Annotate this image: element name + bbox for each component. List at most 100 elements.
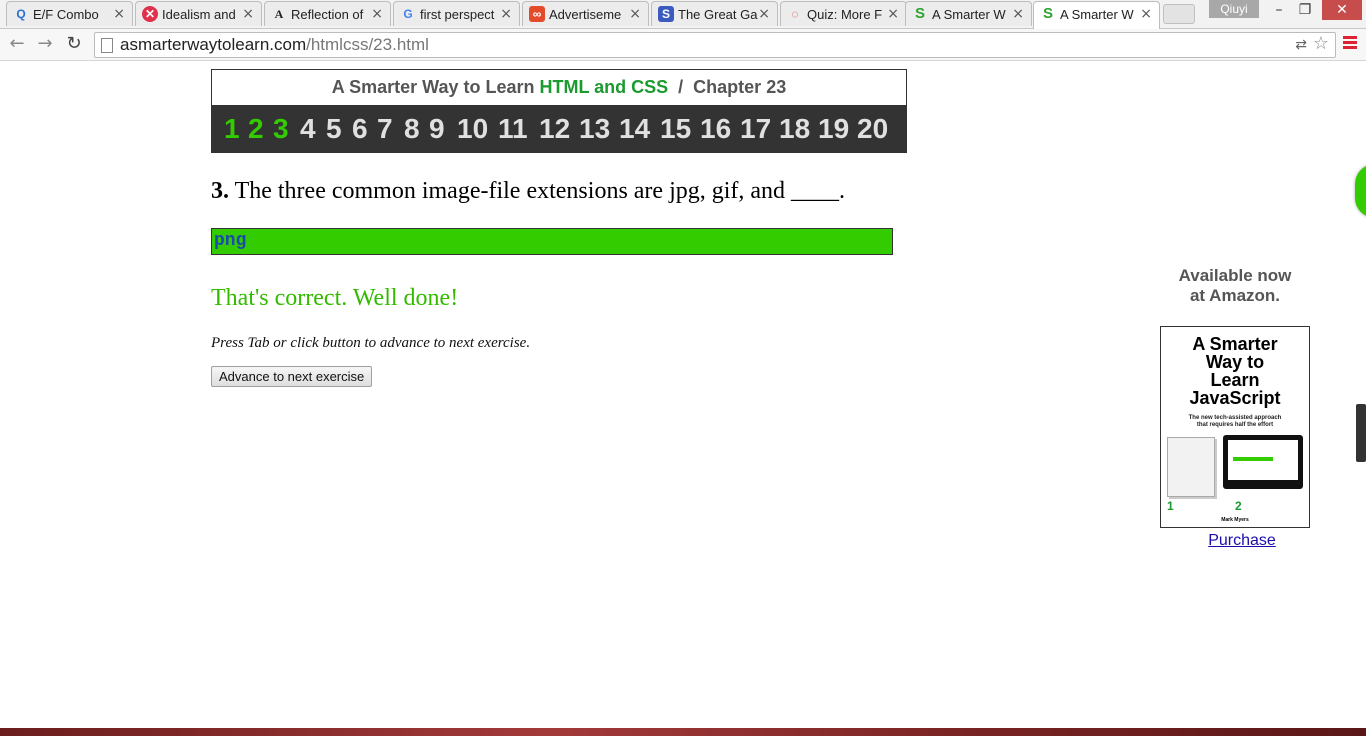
tab-title: A Smarter W bbox=[932, 7, 1006, 22]
book-steps: 12 bbox=[1167, 499, 1303, 513]
side-scroll-handle[interactable] bbox=[1356, 404, 1366, 462]
close-tab-icon[interactable]: × bbox=[758, 6, 770, 22]
user-profile-badge[interactable]: Qiuyi bbox=[1209, 0, 1259, 18]
instruction-text: Press Tab or click button to advance to … bbox=[211, 335, 531, 351]
exercise-link-4[interactable]: 4 bbox=[300, 105, 316, 152]
book-title-line: JavaScript bbox=[1189, 388, 1281, 408]
exercise-link-5[interactable]: 5 bbox=[326, 105, 342, 152]
url-path: /htmlcss/23.html bbox=[306, 35, 429, 54]
restore-icon[interactable]: ❐ bbox=[1292, 0, 1318, 20]
exercise-link-6[interactable]: 6 bbox=[352, 105, 368, 152]
book-cover-image[interactable]: A Smarter Way to Learn JavaScript The ne… bbox=[1160, 326, 1310, 528]
tab-title: first perspect bbox=[420, 7, 495, 22]
tab-title: Advertiseme bbox=[549, 7, 622, 22]
window-close-icon[interactable]: ✕ bbox=[1322, 0, 1362, 20]
book-subtitle-line: The new tech-assisted approach bbox=[1188, 415, 1282, 421]
title-course-link[interactable]: HTML and CSS bbox=[540, 77, 669, 97]
tab-first-perspective[interactable]: G first perspect × bbox=[393, 1, 520, 26]
page-icon bbox=[101, 38, 113, 53]
url-text[interactable]: asmarterwaytolearn.com/htmlcss/23.html bbox=[120, 35, 429, 55]
tab-title: E/F Combo bbox=[33, 7, 99, 22]
tab-quiz[interactable]: ◌ Quiz: More F × bbox=[780, 1, 907, 26]
close-tab-icon[interactable]: × bbox=[113, 6, 125, 22]
tab-great-gatsby[interactable]: S The Great Ga × bbox=[651, 1, 778, 26]
back-arrow-icon[interactable]: ← bbox=[6, 33, 28, 55]
site-a-icon: A bbox=[274, 7, 284, 21]
exercise-link-16[interactable]: 16 bbox=[700, 105, 731, 152]
feedback-message: That's correct. Well done! bbox=[211, 285, 459, 311]
step-2-number: 2 bbox=[1235, 499, 1242, 513]
google-icon: G bbox=[403, 7, 413, 21]
exercise-link-13[interactable]: 13 bbox=[579, 105, 610, 152]
book-title: A Smarter Way to Learn JavaScript bbox=[1161, 335, 1309, 407]
site-s-icon: S bbox=[1042, 5, 1053, 22]
availability-line-2: at Amazon. bbox=[1189, 286, 1281, 305]
title-prefix: A Smarter Way to Learn bbox=[331, 77, 540, 97]
tab-title: Idealism and bbox=[162, 7, 236, 22]
tab-smarter-way-active[interactable]: S A Smarter W × bbox=[1033, 1, 1160, 29]
book-subtitle: The new tech-assisted approach that requ… bbox=[1161, 415, 1309, 429]
exercise-link-1[interactable]: 1 bbox=[224, 105, 240, 152]
exercise-link-9[interactable]: 9 bbox=[429, 105, 445, 152]
reload-icon[interactable]: ↻ bbox=[63, 33, 85, 55]
exercise-link-10[interactable]: 10 bbox=[457, 105, 488, 152]
exercise-nav: 1 2 3 4 5 6 7 8 9 10 11 12 13 14 15 16 17 18 19 20 bbox=[212, 105, 906, 152]
exercise-link-7[interactable]: 7 bbox=[377, 105, 393, 152]
exercise-link-12[interactable]: 12 bbox=[539, 105, 570, 152]
site-s-icon: S bbox=[914, 5, 925, 22]
side-widget-circle[interactable] bbox=[1355, 164, 1366, 218]
answer-field[interactable] bbox=[211, 228, 893, 255]
exercise-link-11[interactable]: 11 bbox=[498, 105, 528, 152]
tab-ef-combo[interactable]: Q E/F Combo × bbox=[6, 1, 133, 26]
tab-title: Quiz: More F bbox=[807, 7, 883, 22]
exercise-link-14[interactable]: 14 bbox=[619, 105, 650, 152]
book-subtitle-line: that requires half the effort bbox=[1196, 422, 1274, 428]
bookmark-star-icon[interactable]: ☆ bbox=[1313, 34, 1329, 54]
exercise-link-3[interactable]: 3 bbox=[273, 105, 289, 152]
translate-icon[interactable]: ⇄ bbox=[1295, 36, 1307, 54]
book-title-line: Learn bbox=[1210, 370, 1260, 390]
tab-title: Reflection of bbox=[291, 7, 364, 22]
laptop-illustration bbox=[1223, 435, 1303, 489]
step-1-number: 1 bbox=[1167, 499, 1174, 513]
exercise-link-20[interactable]: 20 bbox=[857, 105, 888, 152]
book-pages-illustration bbox=[1167, 437, 1215, 497]
purchase-link[interactable]: Purchase bbox=[1160, 531, 1324, 551]
title-chapter: / Chapter 23 bbox=[668, 77, 787, 97]
availability-line-1: Available now bbox=[1178, 266, 1292, 285]
exercise-link-2[interactable]: 2 bbox=[248, 105, 264, 152]
exercise-link-8[interactable]: 8 bbox=[404, 105, 420, 152]
exercise-link-19[interactable]: 19 bbox=[818, 105, 849, 152]
forward-arrow-icon[interactable]: → bbox=[34, 33, 56, 55]
question-number: 3. bbox=[211, 178, 229, 204]
availability-note: Available now at Amazon. bbox=[1160, 266, 1310, 306]
close-tab-icon[interactable]: × bbox=[1012, 6, 1024, 22]
exercise-link-15[interactable]: 15 bbox=[660, 105, 691, 152]
exercise-link-17[interactable]: 17 bbox=[740, 105, 771, 152]
close-tab-icon[interactable]: × bbox=[371, 6, 383, 22]
hamburger-menu-icon[interactable] bbox=[1343, 36, 1357, 50]
close-tab-icon[interactable]: × bbox=[242, 6, 254, 22]
close-tab-icon[interactable]: × bbox=[887, 6, 899, 22]
sparknotes-icon: S bbox=[658, 6, 674, 22]
book-author: Mark Myers bbox=[1221, 517, 1249, 523]
book-title-line: Way to bbox=[1205, 352, 1265, 372]
tab-advertisement[interactable]: ∞ Advertiseme × bbox=[522, 1, 649, 26]
close-tab-icon[interactable]: × bbox=[500, 6, 512, 22]
tab-reflection[interactable]: A Reflection of × bbox=[264, 1, 391, 26]
address-bar[interactable]: asmarterwaytolearn.com/htmlcss/23.html ⇄… bbox=[94, 32, 1336, 58]
tab-idealism[interactable]: ✕ Idealism and × bbox=[135, 1, 262, 26]
advance-button[interactable]: Advance to next exercise bbox=[211, 366, 373, 387]
minimize-icon[interactable]: – bbox=[1266, 0, 1292, 20]
close-tab-icon[interactable]: × bbox=[1140, 6, 1152, 22]
tab-smarter-way-1[interactable]: S A Smarter W × bbox=[905, 1, 1032, 26]
tab-title: The Great Ga bbox=[678, 7, 758, 22]
tab-strip: Q E/F Combo × ✕ Idealism and × A Reflect… bbox=[0, 0, 1366, 29]
exercise-link-18[interactable]: 18 bbox=[779, 105, 810, 152]
browser-toolbar: ← → ↻ asmarterwaytolearn.com/htmlcss/23.… bbox=[0, 29, 1366, 61]
chapter-header: A Smarter Way to Learn HTML and CSS / Ch… bbox=[211, 69, 907, 153]
exercise-question: 3. The three common image-file extension… bbox=[211, 175, 845, 207]
close-tab-icon[interactable]: × bbox=[629, 6, 641, 22]
book-title-line: A Smarter bbox=[1192, 334, 1278, 354]
new-tab-button[interactable] bbox=[1163, 4, 1195, 24]
